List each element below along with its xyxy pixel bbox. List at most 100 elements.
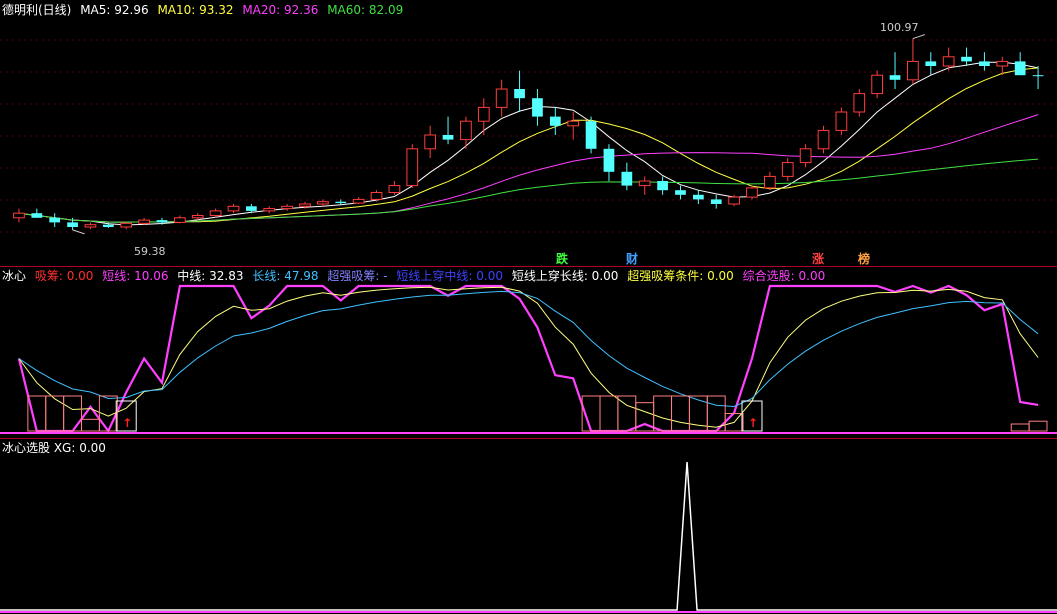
candle-body — [495, 88, 508, 108]
tag-die: 跌 — [556, 252, 569, 266]
candle-body — [299, 203, 311, 207]
price-pane[interactable]: 德明利(日线) MA5: 92.96 MA10: 93.32 MA20: 92.… — [0, 0, 1057, 266]
candle-body — [603, 148, 615, 172]
candle-body — [746, 187, 758, 198]
tag-bang: 榜 — [858, 252, 871, 266]
candle-body — [477, 106, 490, 122]
ind-select: 综合选股: 0.00 — [742, 269, 826, 283]
candle-body — [710, 199, 722, 204]
ma20-label: MA20: 92.36 — [242, 3, 319, 17]
xg-signal-line — [0, 461, 1057, 611]
price-header: 德明利(日线) MA5: 92.96 MA10: 93.32 MA20: 92.… — [2, 2, 408, 18]
candle-body — [1014, 61, 1026, 76]
candle-body — [621, 171, 633, 186]
accumulation-bar — [63, 395, 83, 432]
candle-body — [925, 61, 937, 66]
candle-body — [907, 60, 919, 81]
candle-body — [871, 74, 884, 95]
indicator-chart[interactable]: ↑ ↑ — [0, 266, 1057, 438]
buy-arrow-icon: ↑ — [122, 416, 132, 430]
tag-zhang: 涨 — [812, 252, 825, 266]
candle-body — [817, 129, 830, 150]
candle-body — [209, 210, 222, 216]
xg-chart[interactable] — [0, 438, 1057, 614]
candle-body — [532, 98, 543, 117]
candle-body — [67, 222, 78, 227]
ind-cross-long: 短线上穿长线: 0.00 — [511, 269, 619, 283]
ma10-label: MA10: 93.32 — [157, 3, 234, 17]
accumulation-bar — [81, 418, 100, 432]
candle-body — [173, 217, 186, 223]
candle-body — [1032, 75, 1044, 77]
candle-body — [335, 201, 347, 204]
candle-body — [781, 162, 794, 177]
candle-body — [227, 205, 240, 212]
candle-body — [996, 60, 1009, 67]
ma10-line — [18, 67, 1039, 223]
ind-zhongxian: 中线: 32.83 — [177, 269, 244, 283]
ind-duanxian: 短线: 10.06 — [102, 269, 169, 283]
accumulation-bar — [653, 395, 673, 432]
xg-label: 冰心选股 XG: 0.00 — [2, 441, 106, 455]
accumulation-bar — [45, 395, 65, 432]
candle-body — [675, 190, 686, 195]
candle-body — [442, 135, 454, 140]
candle-body — [799, 148, 812, 164]
xg-pane[interactable]: 冰心选股 XG: 0.00 — [0, 438, 1057, 614]
ind-cond: 超强吸筹条件: 0.00 — [627, 269, 734, 283]
candle-body — [138, 219, 150, 224]
candle-body — [13, 212, 25, 219]
accumulation-bar — [1028, 420, 1048, 432]
candle-body — [246, 206, 257, 211]
ind-cross-mid: 短线上穿中线: 0.00 — [396, 269, 503, 283]
candle-body — [84, 224, 97, 228]
candle-body — [657, 181, 668, 191]
candle-body — [317, 201, 329, 205]
accumulation-bar — [671, 395, 690, 432]
high-marker — [912, 34, 926, 40]
short-line — [17, 284, 1039, 434]
accumulation-bar — [1010, 423, 1030, 432]
candle-body — [692, 194, 704, 200]
mid-line — [18, 286, 1039, 428]
candle-body — [424, 134, 437, 150]
candle-body — [835, 111, 848, 131]
candle-body — [281, 205, 293, 210]
candle-body — [156, 220, 168, 223]
candle-body — [191, 215, 204, 219]
candle-body — [49, 217, 61, 223]
candle-body — [388, 185, 401, 194]
candle-body — [764, 175, 776, 189]
candle-body — [942, 56, 955, 67]
indicator-name: 冰心 — [2, 269, 27, 283]
ind-chaoqiang: 超强吸筹: - — [327, 269, 388, 283]
tag-cai: 财 — [626, 252, 639, 266]
candle-body — [853, 93, 866, 113]
candle-body — [406, 148, 419, 187]
candle-body — [460, 120, 472, 141]
candle-body — [370, 192, 383, 200]
ma60-label: MA60: 82.09 — [327, 3, 404, 17]
buy-arrow-icon: ↑ — [748, 416, 758, 430]
long-line — [18, 290, 1039, 408]
candle-body — [567, 120, 580, 127]
ma60-line — [18, 158, 1039, 223]
candle-body — [514, 89, 525, 99]
ma5-label: MA5: 92.96 — [80, 3, 149, 17]
accumulation-bar — [599, 395, 619, 432]
candle-body — [120, 222, 133, 228]
candlestick-chart[interactable] — [0, 0, 1057, 266]
candle-body — [979, 61, 990, 66]
indicator-header: 冰心 吸筹: 0.00 短线: 10.06 中线: 32.83 长线: 47.9… — [2, 268, 830, 284]
candle-body — [728, 196, 740, 205]
candle-body — [585, 121, 597, 149]
ind-changxian: 长线: 47.98 — [252, 269, 319, 283]
candle-body — [889, 75, 901, 80]
candle-body — [638, 180, 651, 187]
xg-header: 冰心选股 XG: 0.00 — [2, 440, 111, 456]
candle-body — [549, 116, 561, 126]
stock-title: 德明利(日线) — [2, 3, 72, 17]
low-marker — [72, 229, 85, 235]
low-price-label: 59.38 — [134, 245, 166, 258]
indicator-pane[interactable]: 冰心 吸筹: 0.00 短线: 10.06 中线: 32.83 长线: 47.9… — [0, 266, 1057, 438]
